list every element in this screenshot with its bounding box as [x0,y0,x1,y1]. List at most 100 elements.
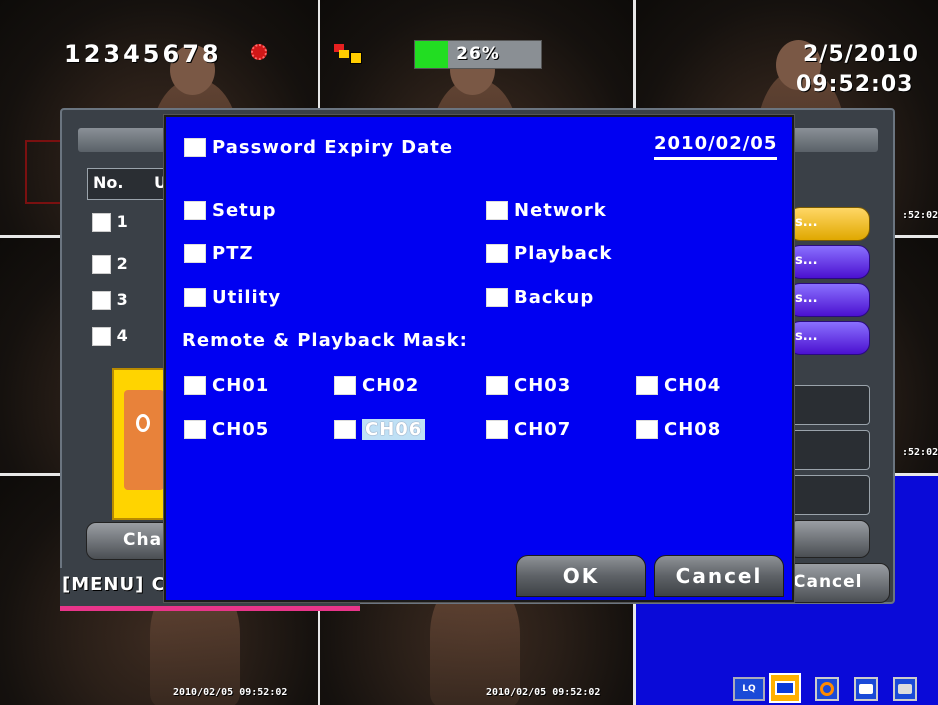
playback-label: Playback [514,243,613,264]
channel-ch03[interactable]: CH03 [486,375,571,396]
snapshot-folder-icon[interactable] [893,677,917,701]
password-expiry-option[interactable]: Password Expiry Date [184,137,453,158]
time-display: 09:52:03 [796,72,914,97]
dialog-field-3[interactable] [788,475,870,515]
password-expiry-label: Password Expiry Date [212,137,454,158]
user-row-number: 3 [116,290,128,309]
user-action-pill-1[interactable]: s... [788,207,870,241]
channel-ch05[interactable]: CH05 [184,419,269,440]
ch06-label: CH06 [362,419,426,440]
background-cancel-button[interactable]: Cancel [786,563,890,603]
camera-timestamp-6: 2010/02/05 09:52:02 [173,687,288,698]
menu-hint-text: [MENU] C [62,574,166,595]
ch02-label: CH02 [362,375,420,396]
lq-label: LQ [742,684,756,694]
snapshot-camera-icon[interactable] [854,677,878,701]
playback-checkbox[interactable] [486,244,508,263]
side-timestamp-2: :52:02 [902,447,938,458]
user-lock-icon [112,368,172,520]
backup-checkbox[interactable] [486,288,508,307]
ch08-label: CH08 [664,419,722,440]
channel-ch02[interactable]: CH02 [334,375,419,396]
permission-network[interactable]: Network [486,200,607,221]
channel-ch01[interactable]: CH01 [184,375,269,396]
user-action-pill-3[interactable]: s... [788,283,870,317]
channel-status-text: 12345678 [64,40,222,68]
ch01-checkbox[interactable] [184,376,206,395]
change-button[interactable]: Cha [86,522,172,560]
date-display: 2/5/2010 [803,42,919,67]
pill-label: s... [795,215,818,230]
network-status-icon [334,44,364,64]
permission-utility[interactable]: Utility [184,287,281,308]
dialog-field-4[interactable] [788,520,870,558]
ch04-label: CH04 [664,375,722,396]
channel-ch08[interactable]: CH08 [636,419,721,440]
network-checkbox[interactable] [486,201,508,220]
user-row-checkbox[interactable] [92,255,111,274]
ch01-label: CH01 [212,375,270,396]
disk-usage-bar: 26% [414,40,542,69]
backup-label: Backup [514,287,595,308]
permission-ptz[interactable]: PTZ [184,243,254,264]
user-table-header: No. U [87,168,169,200]
setup-checkbox[interactable] [184,201,206,220]
lq-quality-icon[interactable]: LQ [733,677,765,701]
pill-label: s... [795,253,818,268]
user-row-1[interactable]: 1 [92,212,128,232]
ch04-checkbox[interactable] [636,376,658,395]
password-expiry-date-value: 2010/02/05 [654,133,778,154]
user-row-checkbox[interactable] [92,327,111,346]
user-row-number: 1 [116,212,128,231]
user-action-pill-2[interactable]: s... [788,245,870,279]
background-cancel-label: Cancel [793,572,863,592]
ok-button-label: OK [562,564,600,588]
camera-timestamp-7: 2010/02/05 09:52:02 [486,687,601,698]
mask-section-title: Remote & Playback Mask: [182,330,468,351]
ptz-checkbox[interactable] [184,244,206,263]
user-row-4[interactable]: 4 [92,326,128,346]
network-label: Network [514,200,607,221]
ch08-checkbox[interactable] [636,420,658,439]
ch07-checkbox[interactable] [486,420,508,439]
ch02-checkbox[interactable] [334,376,356,395]
dialog-field-2[interactable] [788,430,870,470]
user-row-number: 4 [116,326,128,345]
permission-playback[interactable]: Playback [486,243,612,264]
user-row-checkbox[interactable] [92,213,111,232]
ok-button[interactable]: OK [516,555,646,597]
channel-ch04[interactable]: CH04 [636,375,721,396]
channel-ch06[interactable]: CH06 [334,419,426,440]
ch07-label: CH07 [514,419,572,440]
pill-label: s... [795,329,818,344]
display-layout-icon[interactable] [769,673,801,703]
password-expiry-checkbox[interactable] [184,138,206,157]
user-row-checkbox[interactable] [92,291,111,310]
cancel-button[interactable]: Cancel [654,555,784,597]
ch06-checkbox[interactable] [334,420,356,439]
ch03-checkbox[interactable] [486,376,508,395]
utility-checkbox[interactable] [184,288,206,307]
user-row-number: 2 [116,254,128,273]
ptz-label: PTZ [212,243,254,264]
pill-label: s... [795,291,818,306]
cancel-button-label: Cancel [675,564,763,588]
user-row-2[interactable]: 2 [92,254,128,274]
user-row-3[interactable]: 3 [92,290,128,310]
setup-label: Setup [212,200,277,221]
permission-dialog: Password Expiry Date 2010/02/05 Setup Ne… [164,115,794,602]
channel-ch07[interactable]: CH07 [486,419,571,440]
utility-label: Utility [212,287,282,308]
side-timestamp-1: :52:02 [902,210,938,221]
ch05-checkbox[interactable] [184,420,206,439]
password-expiry-date-field[interactable]: 2010/02/05 [654,133,778,160]
record-toggle-icon[interactable] [815,677,839,701]
column-no: No. [93,173,124,192]
permission-setup[interactable]: Setup [184,200,276,221]
permission-backup[interactable]: Backup [486,287,594,308]
record-indicator-icon [251,44,267,60]
dialog-field-1[interactable] [788,385,870,425]
user-action-pill-4[interactable]: s... [788,321,870,355]
ch03-label: CH03 [514,375,572,396]
disk-usage-percent: 26% [456,44,500,64]
